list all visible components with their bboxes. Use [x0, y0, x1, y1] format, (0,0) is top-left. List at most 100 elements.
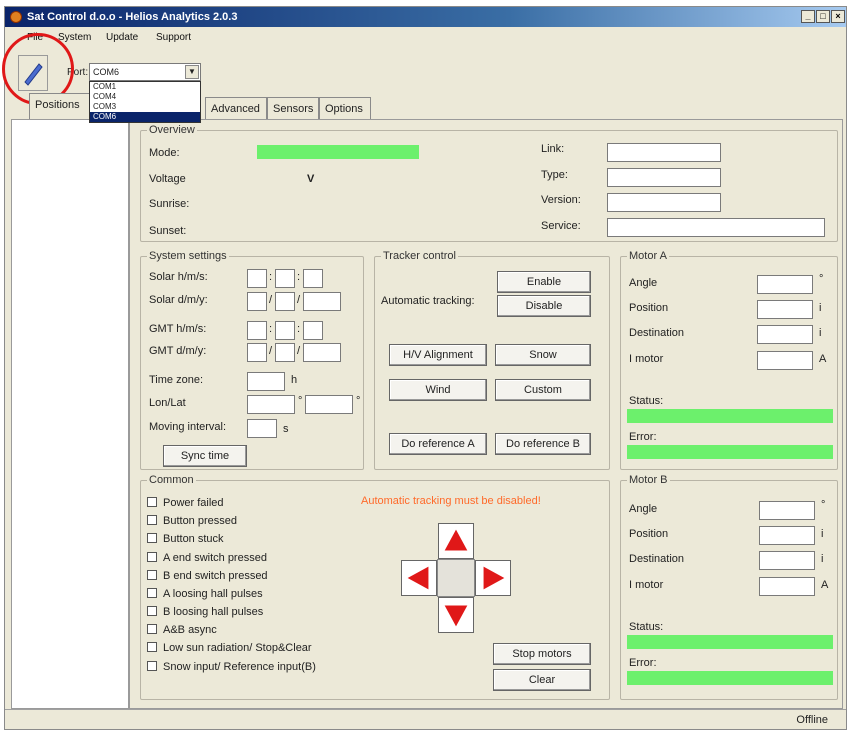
wind-button[interactable]: Wind [389, 379, 487, 401]
minimize-button[interactable]: _ [801, 10, 815, 23]
gmt-second-input[interactable] [303, 321, 323, 340]
menu-system[interactable]: System [58, 32, 91, 43]
gmt-hour-input[interactable] [247, 321, 267, 340]
a-hall-pulses-checkbox[interactable]: A loosing hall pulses [147, 588, 263, 600]
lon-lat-label: Lon/Lat [149, 397, 186, 409]
degree-symbol: ° [298, 395, 303, 407]
degree-symbol: ° [356, 395, 361, 407]
time-zone-unit: h [291, 374, 298, 386]
power-failed-checkbox[interactable]: Power failed [147, 497, 224, 509]
moving-interval-label: Moving interval: [149, 421, 227, 433]
solar-day-input[interactable] [247, 292, 267, 311]
solar-hour-input[interactable] [247, 269, 267, 288]
menu-file[interactable]: File [27, 32, 43, 43]
a-end-switch-checkbox[interactable]: A end switch pressed [147, 552, 267, 564]
sync-time-button[interactable]: Sync time [163, 445, 247, 467]
b-hall-pulses-checkbox[interactable]: B loosing hall pulses [147, 606, 263, 618]
menu-update[interactable]: Update [106, 32, 138, 43]
move-left-button[interactable] [401, 560, 437, 596]
overview-title: Overview [147, 124, 197, 136]
port-option[interactable]: COM3 [90, 102, 200, 112]
b-end-switch-checkbox[interactable]: B end switch pressed [147, 570, 268, 582]
motor-b-group: Motor B Angle ° Position i Destination i… [620, 474, 838, 700]
port-select[interactable]: COM6 ▼ [89, 63, 201, 81]
clear-button[interactable]: Clear [493, 669, 591, 691]
stop-motors-button[interactable]: Stop motors [493, 643, 591, 665]
button-pressed-checkbox[interactable]: Button pressed [147, 515, 237, 527]
motor-b-destination-unit: i [821, 553, 824, 565]
low-sun-radiation-checkbox[interactable]: Low sun radiation/ Stop&Clear [147, 642, 312, 654]
left-list-panel[interactable] [11, 119, 129, 709]
menu-support[interactable]: Support [156, 32, 191, 43]
separator: : [297, 323, 301, 335]
voltage-unit: V [307, 173, 315, 185]
gmt-day-input[interactable] [247, 343, 267, 362]
ab-async-checkbox[interactable]: A&B async [147, 624, 217, 636]
custom-button[interactable]: Custom [495, 379, 591, 401]
motor-a-error-indicator [627, 445, 833, 459]
solar-month-input[interactable] [275, 292, 295, 311]
reference-a-button[interactable]: Do reference A [389, 433, 487, 455]
solar-year-input[interactable] [303, 292, 341, 311]
connect-button[interactable] [18, 55, 48, 91]
system-settings-title: System settings [147, 250, 229, 262]
arrow-down-icon [444, 605, 468, 627]
chevron-down-icon[interactable]: ▼ [185, 65, 199, 79]
tab-sensors[interactable]: Sensors [267, 97, 319, 119]
reference-b-button[interactable]: Do reference B [495, 433, 591, 455]
motor-a-destination-label: Destination [629, 327, 685, 339]
motor-a-error-label: Error: [629, 431, 657, 443]
enable-button[interactable]: Enable [497, 271, 591, 293]
motor-a-imotor-label: I motor [629, 353, 664, 365]
move-up-button[interactable] [438, 523, 474, 559]
arrow-left-icon [407, 566, 429, 590]
snow-input-checkbox[interactable]: Snow input/ Reference input(B) [147, 661, 316, 673]
motor-a-status-indicator [627, 409, 833, 423]
solar-minute-input[interactable] [275, 269, 295, 288]
tab-advanced[interactable]: Advanced [205, 97, 267, 119]
motor-a-group: Motor A Angle ° Position i Destination i… [620, 250, 838, 470]
direction-pad-center [437, 559, 475, 597]
time-zone-input[interactable] [247, 372, 285, 391]
latitude-input[interactable] [305, 395, 353, 414]
motor-b-destination-label: Destination [629, 553, 685, 565]
motor-a-status-label: Status: [629, 395, 664, 407]
port-option[interactable]: COM1 [90, 82, 200, 92]
moving-interval-input[interactable] [247, 419, 277, 438]
move-right-button[interactable] [475, 560, 511, 596]
motor-b-status-indicator [627, 635, 833, 649]
overview-group: Overview Mode: Voltage V Sunrise: Sunset… [140, 124, 838, 242]
motor-b-position-label: Position [629, 528, 669, 540]
disable-button[interactable]: Disable [497, 295, 591, 317]
type-field [607, 168, 721, 187]
motor-a-position-label: Position [629, 302, 669, 314]
gmt-dmy-label: GMT d/m/y: [149, 345, 207, 357]
link-field [607, 143, 721, 162]
gmt-minute-input[interactable] [275, 321, 295, 340]
common-title: Common [147, 474, 196, 486]
longitude-input[interactable] [247, 395, 295, 414]
motor-b-imotor-field [759, 577, 815, 596]
motor-a-destination-field [757, 325, 813, 344]
voltage-label: Voltage [149, 173, 186, 185]
gmt-month-input[interactable] [275, 343, 295, 362]
tab-options[interactable]: Options [319, 97, 371, 119]
separator: : [297, 271, 301, 283]
button-stuck-checkbox[interactable]: Button stuck [147, 533, 224, 545]
hv-alignment-button[interactable]: H/V Alignment [389, 344, 487, 366]
maximize-button[interactable]: □ [816, 10, 830, 23]
main-panel: Overview Mode: Voltage V Sunrise: Sunset… [129, 119, 843, 709]
gmt-hms-label: GMT h/m/s: [149, 323, 207, 335]
version-field [607, 193, 721, 212]
auto-tracking-label: Automatic tracking: [381, 295, 475, 307]
port-option[interactable]: COM4 [90, 92, 200, 102]
move-down-button[interactable] [438, 597, 474, 633]
port-option-selected[interactable]: COM6 [90, 112, 200, 122]
snow-button[interactable]: Snow [495, 344, 591, 366]
motor-a-title: Motor A [627, 250, 669, 262]
motor-b-position-field [759, 526, 815, 545]
close-button[interactable]: × [831, 10, 845, 23]
gmt-year-input[interactable] [303, 343, 341, 362]
time-zone-label: Time zone: [149, 374, 204, 386]
solar-second-input[interactable] [303, 269, 323, 288]
